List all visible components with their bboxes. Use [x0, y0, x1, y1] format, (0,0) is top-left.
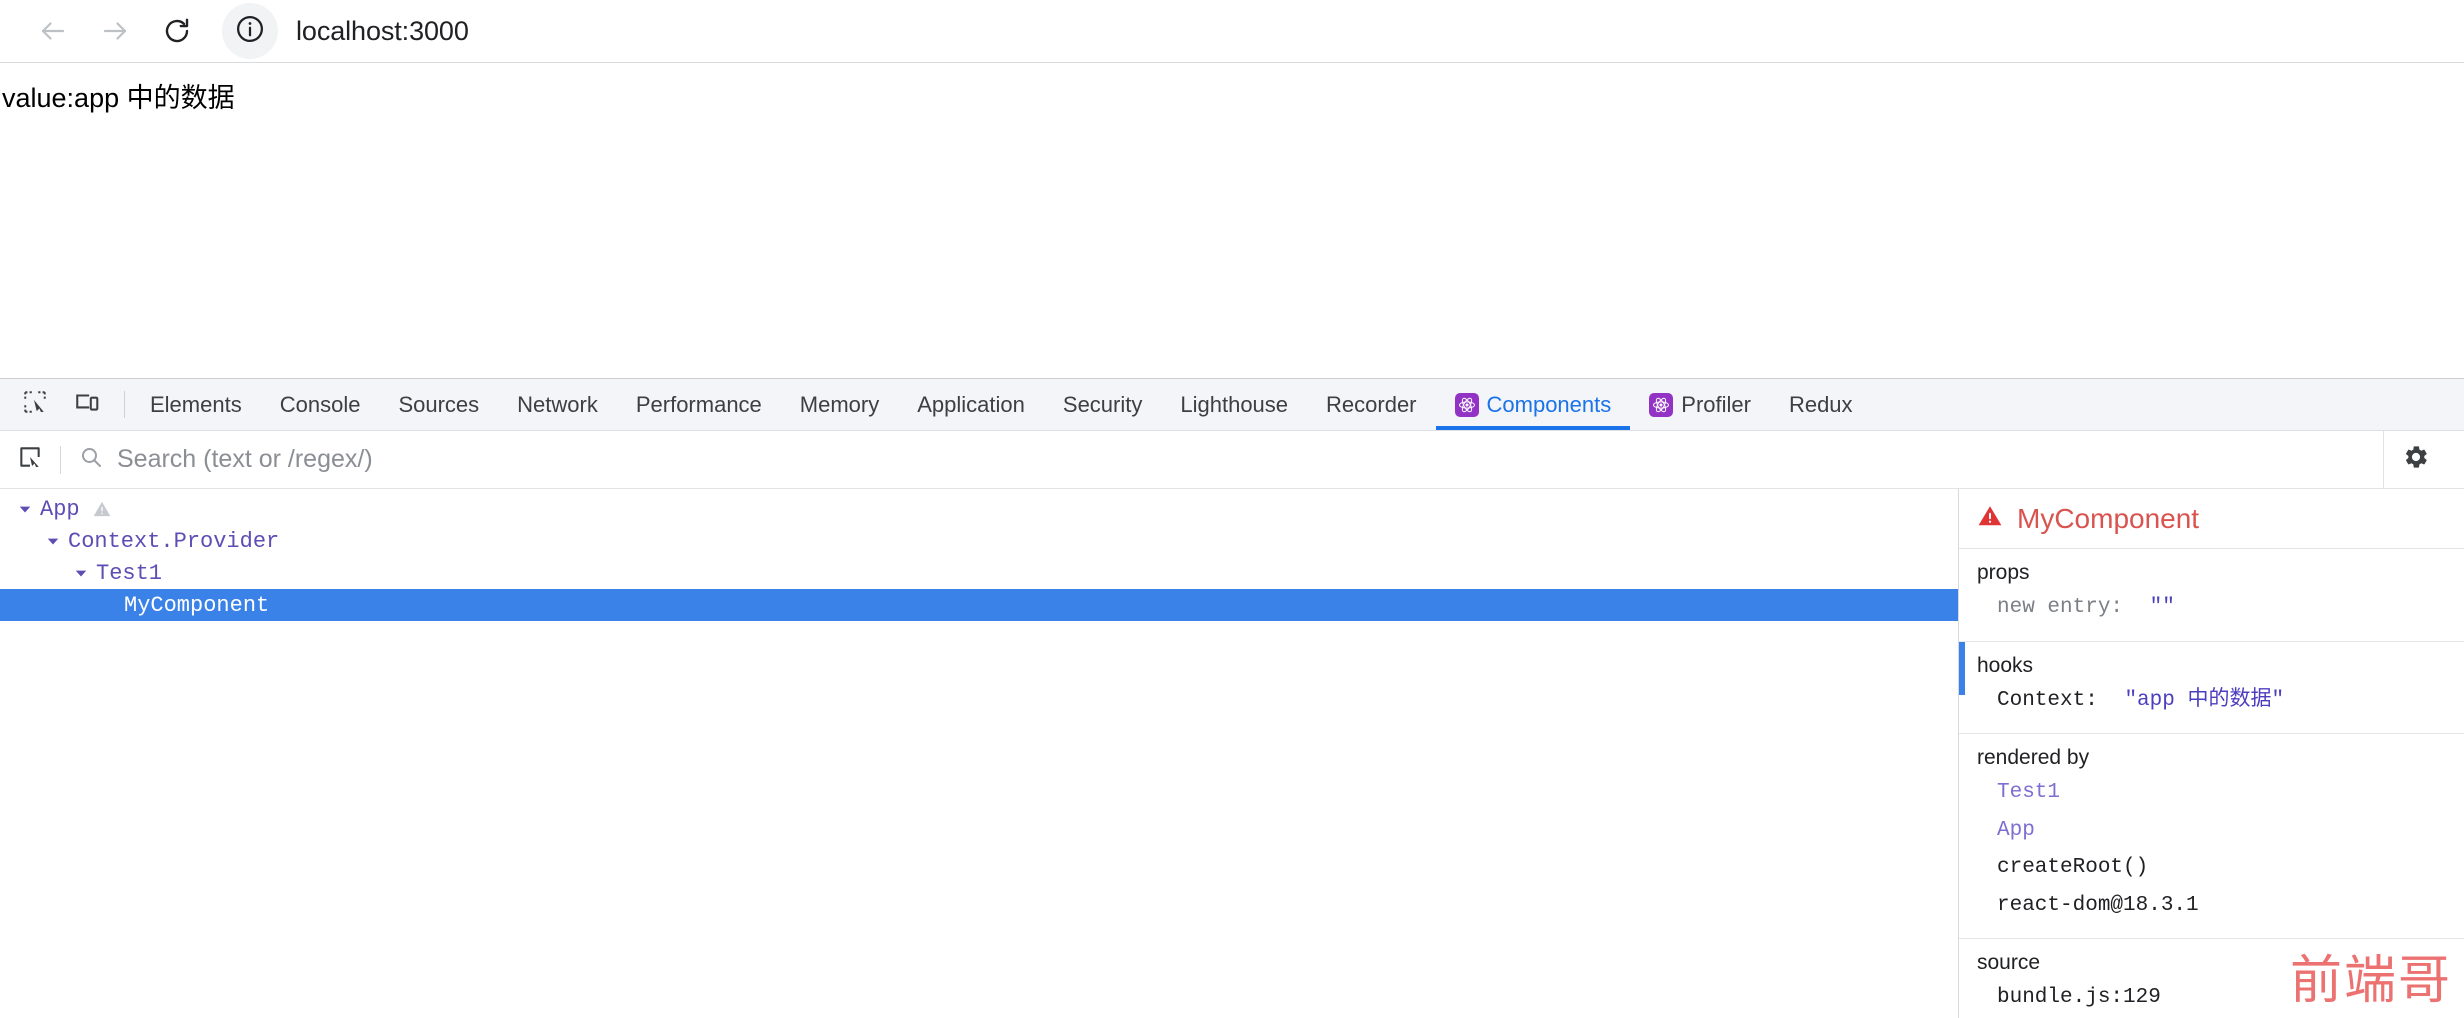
tab-label: Sources	[398, 391, 480, 417]
rendered-by-section: rendered by Test1 App createRoot() react-do…	[1959, 734, 2464, 939]
search-input[interactable]	[117, 445, 2383, 474]
tab-recorder[interactable]: Recorder	[1307, 379, 1435, 430]
tree-node-context-provider[interactable]: Context.Provider	[0, 525, 1958, 557]
source-heading: source	[1977, 951, 2041, 974]
components-search-row	[0, 431, 2464, 489]
search-row-divider	[60, 445, 61, 474]
browser-toolbar: localhost:3000	[0, 0, 2464, 62]
tab-label: Profiler	[1681, 391, 1751, 417]
tab-label: Console	[279, 391, 361, 417]
components-body: App Context.Provider Test1 MyComponent MyCo…	[0, 489, 2464, 1018]
chevron-down-icon[interactable]	[70, 566, 92, 580]
tab-label: Network	[517, 391, 598, 417]
tree-node-app[interactable]: App	[0, 493, 1958, 525]
back-arrow-icon	[38, 16, 68, 46]
devtools-panel: Elements Console Sources Network Performance…	[0, 378, 2464, 1018]
source-value[interactable]: bundle.js:129	[1959, 979, 2464, 1017]
rendered-by-item: react-dom@18.3.1	[1997, 893, 2199, 917]
tab-label: Performance	[635, 391, 762, 417]
tab-label: Application	[917, 391, 1025, 417]
reload-button[interactable]	[146, 0, 208, 62]
tab-label: Lighthouse	[1180, 391, 1289, 417]
tabbar-divider	[124, 391, 125, 418]
select-element-button[interactable]	[0, 431, 60, 489]
select-element-icon	[17, 444, 43, 475]
details-title: MyComponent	[2017, 502, 2200, 534]
chevron-down-icon[interactable]	[14, 502, 36, 516]
device-toolbar-icon	[74, 389, 100, 420]
tab-application[interactable]: Application	[898, 379, 1044, 430]
tab-memory[interactable]: Memory	[781, 379, 898, 430]
tab-label: Components	[1486, 391, 1612, 417]
url-text[interactable]: localhost:3000	[296, 16, 469, 47]
tab-elements[interactable]: Elements	[131, 379, 261, 430]
hook-value[interactable]: "app 中的数据"	[2124, 689, 2284, 712]
component-tree[interactable]: App Context.Provider Test1 MyComponent	[0, 489, 1958, 1018]
page-body-text: value:app 中的数据	[2, 83, 235, 113]
rendered-by-item[interactable]: Test1	[1959, 774, 2464, 812]
hook-key: Context:	[1997, 688, 2098, 712]
tab-lighthouse[interactable]: Lighthouse	[1161, 379, 1307, 430]
info-circle-icon	[235, 14, 265, 49]
search-field[interactable]	[71, 445, 2383, 474]
rendered-by-item: createRoot()	[1997, 856, 2149, 879]
tab-sources[interactable]: Sources	[379, 379, 498, 430]
rendered-by-item[interactable]: App	[1959, 812, 2464, 850]
reload-icon	[162, 16, 192, 46]
tree-node-label: Test1	[96, 560, 163, 586]
back-button[interactable]	[22, 0, 84, 62]
tree-node-label: App	[40, 496, 80, 522]
warning-triangle-icon	[1977, 503, 2003, 534]
prop-key: new entry:	[1997, 596, 2124, 619]
hooks-heading: hooks	[1977, 653, 2034, 677]
warning-triangle-icon	[92, 499, 112, 519]
devtools-tabs: Elements Console Sources Network Performance…	[131, 379, 2464, 430]
hooks-section: hooks Context: "app 中的数据"	[1959, 641, 2464, 734]
tree-node-label: MyComponent	[124, 592, 270, 618]
devtools-tool-buttons	[0, 379, 118, 430]
tab-label: Elements	[150, 391, 242, 417]
site-info-button[interactable]	[222, 3, 278, 59]
forward-arrow-icon	[100, 16, 130, 46]
component-details-panel: MyComponent props new entry: "" hooks Co…	[1958, 489, 2464, 1018]
inspect-element-icon	[22, 389, 48, 420]
tab-console[interactable]: Console	[261, 379, 380, 430]
tab-label: Recorder	[1326, 391, 1417, 417]
tab-network[interactable]: Network	[498, 379, 617, 430]
tab-label: Security	[1062, 391, 1143, 417]
prop-value[interactable]: ""	[2150, 596, 2175, 619]
tree-node-test1[interactable]: Test1	[0, 557, 1958, 589]
tab-components[interactable]: Components	[1435, 379, 1631, 430]
rendered-by-heading: rendered by	[1977, 746, 2090, 769]
page-viewport: value:app 中的数据	[0, 63, 2464, 378]
tab-label: Memory	[799, 391, 880, 417]
tab-label: Redux	[1788, 391, 1853, 417]
search-icon	[79, 445, 103, 474]
props-section: props new entry: ""	[1959, 549, 2464, 642]
gear-icon	[2402, 443, 2430, 476]
tree-node-label: Context.Provider	[68, 528, 280, 554]
hook-row[interactable]: Context: "app 中的数据"	[1959, 682, 2464, 720]
props-heading: props	[1977, 561, 2030, 584]
details-header: MyComponent	[1959, 489, 2464, 549]
forward-button[interactable]	[84, 0, 146, 62]
inspect-element-button[interactable]	[14, 384, 56, 426]
react-icon	[1649, 392, 1674, 417]
prop-row[interactable]: new entry: ""	[1959, 589, 2464, 627]
tab-performance[interactable]: Performance	[617, 379, 781, 430]
chevron-down-icon[interactable]	[42, 534, 64, 548]
react-icon	[1454, 392, 1479, 417]
device-toolbar-button[interactable]	[66, 384, 108, 426]
source-section: source bundle.js:129	[1959, 939, 2464, 1018]
tab-profiler[interactable]: Profiler	[1630, 379, 1770, 430]
tree-node-mycomponent[interactable]: MyComponent	[0, 589, 1958, 621]
rendered-by-list: Test1 App createRoot() react-dom@18.3.1	[1959, 774, 2464, 924]
tab-security[interactable]: Security	[1044, 379, 1161, 430]
hooks-selection-marker	[1959, 641, 1965, 695]
address-bar[interactable]: localhost:3000	[222, 0, 2464, 62]
devtools-settings-button[interactable]	[2383, 431, 2464, 488]
devtools-tabbar: Elements Console Sources Network Performance…	[0, 379, 2464, 431]
tab-redux[interactable]: Redux	[1770, 379, 1872, 430]
